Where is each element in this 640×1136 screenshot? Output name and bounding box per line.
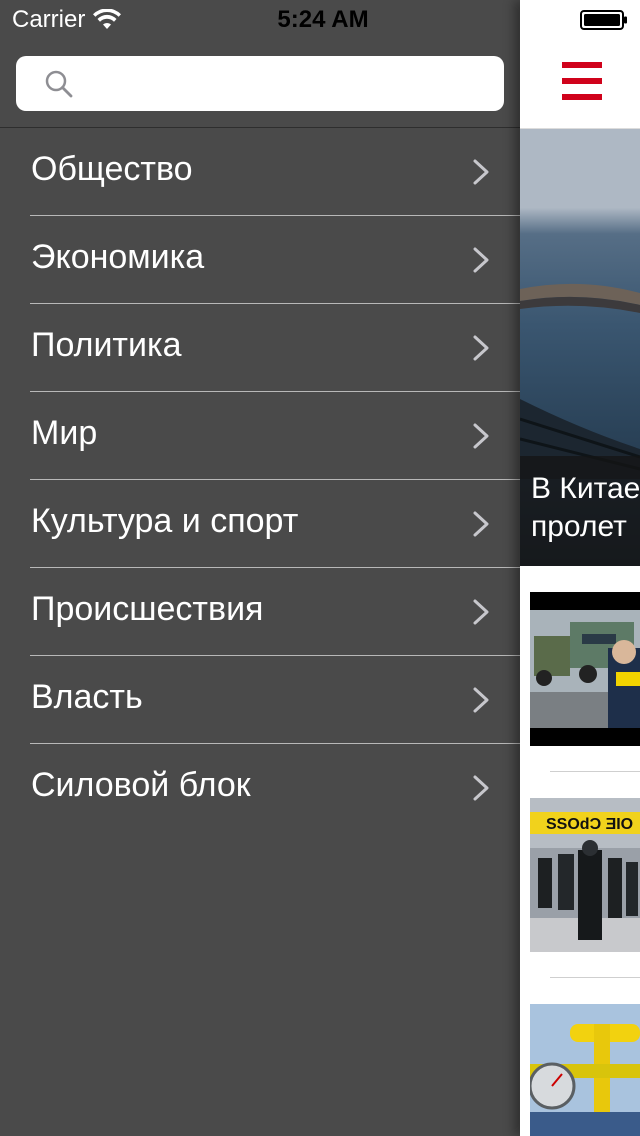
news-item-thumbnail[interactable] xyxy=(530,1004,640,1136)
news-divider xyxy=(550,771,640,772)
search-bar xyxy=(0,40,520,128)
news-image-police: SSOdƆ ƎIO xyxy=(530,798,640,952)
menu-item-mir[interactable]: Мир xyxy=(0,392,520,480)
menu-item-label: Политика xyxy=(31,326,182,364)
featured-news-caption: В Китае пролет xyxy=(520,456,640,566)
menu-item-vlast[interactable]: Власть xyxy=(0,656,520,744)
search-field-container[interactable] xyxy=(16,56,504,111)
menu-item-obshchestvo[interactable]: Общество xyxy=(0,128,520,216)
chevron-right-icon xyxy=(473,775,489,801)
menu-item-label: Культура и спорт xyxy=(31,502,299,540)
chevron-right-icon xyxy=(473,511,489,537)
status-bar: Carrier 5:24 AM xyxy=(0,0,640,40)
category-menu: Общество Экономика Политика Мир Культура… xyxy=(0,128,520,832)
menu-item-silovoy-blok[interactable]: Силовой блок xyxy=(0,744,520,832)
menu-item-proisshestviya[interactable]: Происшествия xyxy=(0,568,520,656)
chevron-right-icon xyxy=(473,423,489,449)
app-root: Carrier 5:24 AM Общество Экономика Полит… xyxy=(0,0,640,1136)
status-time: 5:24 AM xyxy=(277,6,369,33)
chevron-right-icon xyxy=(473,159,489,185)
featured-news-title: В Китае пролет xyxy=(531,472,640,543)
news-divider xyxy=(550,977,640,978)
featured-news-image xyxy=(520,283,640,479)
featured-news-card[interactable]: В Китае пролет xyxy=(520,129,640,566)
battery-icon xyxy=(580,10,627,30)
menu-item-label: Общество xyxy=(31,150,193,188)
menu-item-politika[interactable]: Политика xyxy=(0,304,520,392)
chevron-right-icon xyxy=(473,247,489,273)
chevron-right-icon xyxy=(473,687,489,713)
news-image-rally xyxy=(530,592,640,746)
chevron-right-icon xyxy=(473,599,489,625)
hamburger-icon[interactable] xyxy=(562,62,602,100)
news-image-gas-pipe xyxy=(530,1004,640,1136)
chevron-right-icon xyxy=(473,335,489,361)
menu-item-label: Экономика xyxy=(31,238,205,276)
menu-item-label: Мир xyxy=(31,414,98,452)
main-content-panel[interactable]: В Китае пролет SSOdƆ ƎIO xyxy=(520,0,640,1136)
search-icon xyxy=(45,70,73,98)
news-item-thumbnail[interactable]: SSOdƆ ƎIO xyxy=(530,798,640,952)
side-menu-drawer: Общество Экономика Политика Мир Культура… xyxy=(0,0,520,1136)
search-input[interactable] xyxy=(86,64,490,106)
menu-item-label: Происшествия xyxy=(31,590,264,628)
menu-item-ekonomika[interactable]: Экономика xyxy=(0,216,520,304)
news-item-thumbnail[interactable] xyxy=(530,592,640,746)
menu-item-kultura-i-sport[interactable]: Культура и спорт xyxy=(0,480,520,568)
menu-item-label: Власть xyxy=(31,678,143,716)
menu-item-label: Силовой блок xyxy=(31,766,251,804)
svg-text:SSOdƆ ƎIO: SSOdƆ ƎIO xyxy=(546,816,633,833)
